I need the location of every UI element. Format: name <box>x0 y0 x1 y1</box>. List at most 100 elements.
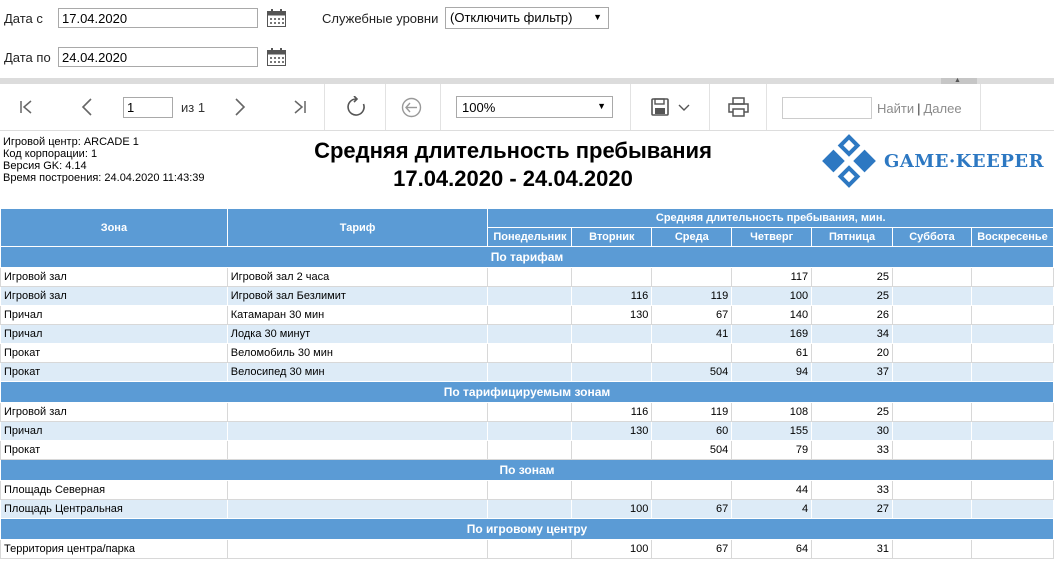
value-cell <box>970 440 1054 460</box>
zone-cell: Игровой зал <box>0 267 228 287</box>
date-from-label: Дата с <box>4 11 43 26</box>
date-to-input[interactable]: 24.04.2020 <box>58 47 258 67</box>
value-cell: 25 <box>811 267 894 287</box>
find-text-input[interactable] <box>782 97 872 119</box>
value-cell <box>487 499 573 519</box>
toolbar-separator <box>440 84 441 130</box>
value-cell: 60 <box>651 421 733 441</box>
page-number-input[interactable]: 1 <box>123 97 173 118</box>
tariff-cell: Лодка 30 минут <box>226 324 489 344</box>
value-cell <box>892 402 972 422</box>
value-cell: 33 <box>811 440 894 460</box>
value-cell: 94 <box>731 362 813 382</box>
date-from-input[interactable]: 17.04.2020 <box>58 8 258 28</box>
service-levels-label: Служебные уровни <box>322 11 439 26</box>
value-cell: 61 <box>731 343 813 363</box>
find-link[interactable]: Найти <box>877 101 914 116</box>
find-next-link[interactable]: Далее <box>924 101 962 116</box>
table-row: Территория центра/парка 100 67 64 31 <box>0 539 1054 559</box>
value-cell <box>487 480 573 500</box>
first-page-icon[interactable] <box>19 99 35 115</box>
last-page-icon[interactable] <box>291 99 307 115</box>
print-icon[interactable] <box>728 97 749 117</box>
calendar-icon[interactable] <box>267 48 286 66</box>
zone-cell: Игровой зал <box>0 286 228 306</box>
refresh-icon[interactable] <box>345 96 367 118</box>
tariff-cell: Игровой зал Безлимит <box>226 286 489 306</box>
tariff-cell <box>226 499 489 519</box>
value-cell <box>487 402 573 422</box>
service-levels-select[interactable]: (Отключить фильтр) ▼ <box>445 7 609 29</box>
value-cell: 119 <box>651 286 733 306</box>
save-icon[interactable] <box>651 98 669 116</box>
tariff-cell: Катамаран 30 мин <box>226 305 489 325</box>
value-cell: 25 <box>811 402 894 422</box>
report-meta: Игровой центр: ARCADE 1 Код корпорации: … <box>3 136 205 184</box>
section-title: По тарифам <box>0 246 1054 268</box>
table-row: Прокат Велосипед 30 мин 504 94 37 <box>0 362 1054 382</box>
value-cell <box>487 421 573 441</box>
column-header-day: Четверг <box>731 227 813 247</box>
collapse-arrow-icon: ▲ <box>954 77 961 84</box>
find-links: Найти | Далее <box>877 101 962 116</box>
section-title: По игровому центру <box>0 518 1054 540</box>
value-cell: 504 <box>651 362 733 382</box>
section-title: По тарифицируемым зонам <box>0 381 1054 403</box>
report-title-line1: Средняя длительность пребывания <box>314 138 712 163</box>
dropdown-arrow-icon: ▼ <box>597 101 606 111</box>
next-page-icon[interactable] <box>233 98 247 116</box>
value-cell: 116 <box>571 286 653 306</box>
calendar-icon[interactable] <box>267 9 286 27</box>
previous-page-icon[interactable] <box>80 98 94 116</box>
column-header-day: Воскресенье <box>970 227 1054 247</box>
value-cell <box>892 480 972 500</box>
value-cell <box>487 343 573 363</box>
table-row: Игровой зал 116 119 108 25 <box>0 402 1054 422</box>
back-to-parent-icon[interactable] <box>401 97 422 118</box>
zone-cell: Причал <box>0 305 228 325</box>
value-cell: 26 <box>811 305 894 325</box>
tariff-cell <box>226 539 489 559</box>
zone-cell: Площадь Центральная <box>0 499 228 519</box>
section-row: По зонам <box>0 459 1054 481</box>
value-cell: 155 <box>731 421 813 441</box>
value-cell <box>970 402 1054 422</box>
value-cell: 44 <box>731 480 813 500</box>
value-cell <box>892 267 972 287</box>
tariff-cell: Веломобиль 30 мин <box>226 343 489 363</box>
toolbar-separator <box>324 84 325 130</box>
value-cell <box>487 440 573 460</box>
tariff-cell <box>226 480 489 500</box>
value-cell: 25 <box>811 286 894 306</box>
find-separator: | <box>917 101 921 116</box>
value-cell: 79 <box>731 440 813 460</box>
value-cell <box>892 305 972 325</box>
report-title-dates: 17.04.2020 - 24.04.2020 <box>393 166 633 191</box>
value-cell: 100 <box>571 499 653 519</box>
logo-text: GAME·KEEPER <box>884 151 1045 172</box>
toolbar-separator <box>980 84 981 130</box>
value-cell <box>970 362 1054 382</box>
chevron-down-icon[interactable] <box>678 104 690 112</box>
section-title: По зонам <box>0 459 1054 481</box>
value-cell <box>970 343 1054 363</box>
toolbar-separator <box>630 84 631 130</box>
table-row: Игровой зал Игровой зал Безлимит 116 119 100… <box>0 286 1054 306</box>
table-row: Причал Лодка 30 минут 41 169 34 <box>0 324 1054 344</box>
value-cell <box>970 267 1054 287</box>
zone-cell: Территория центра/парка <box>0 539 228 559</box>
table-row: Прокат 504 79 33 <box>0 440 1054 460</box>
value-cell <box>892 421 972 441</box>
page-count: из 1 <box>181 100 206 115</box>
value-cell: 100 <box>731 286 813 306</box>
tariff-cell: Игровой зал 2 часа <box>226 267 489 287</box>
column-header-day: Вторник <box>571 227 653 247</box>
zone-cell: Площадь Северная <box>0 480 228 500</box>
value-cell: 504 <box>651 440 733 460</box>
zone-cell: Игровой зал <box>0 402 228 422</box>
column-header-tariff: Тариф <box>226 208 489 247</box>
zoom-select[interactable]: 100% ▼ <box>456 96 613 118</box>
value-cell: 117 <box>731 267 813 287</box>
section-row: По игровому центру <box>0 518 1054 540</box>
value-cell: 20 <box>811 343 894 363</box>
